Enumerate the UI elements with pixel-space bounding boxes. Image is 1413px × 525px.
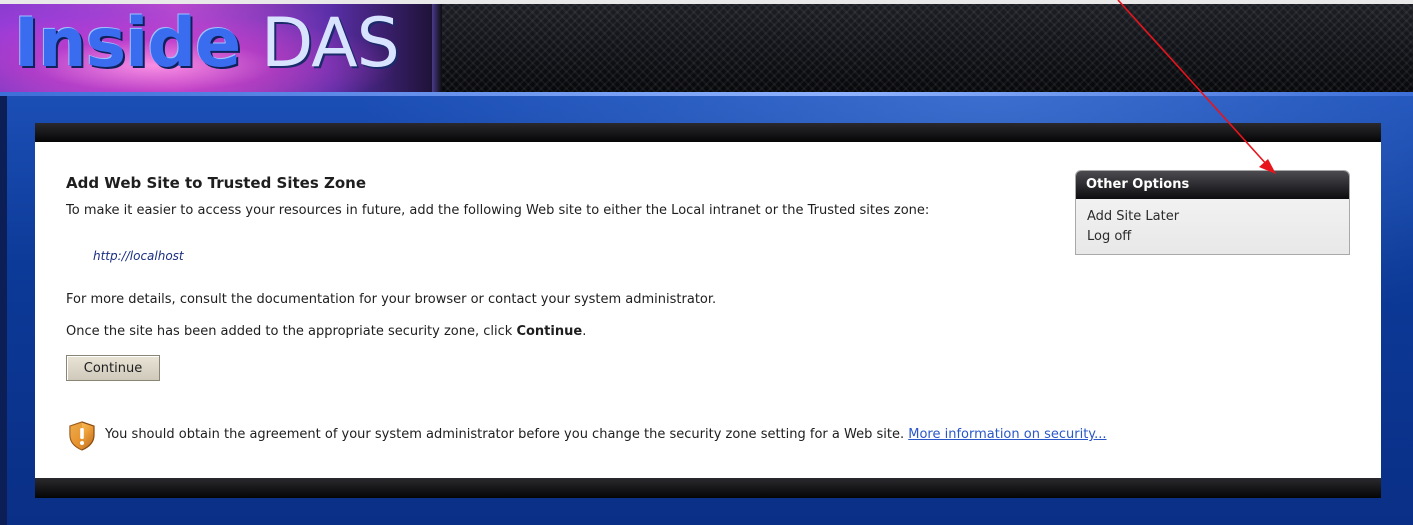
left-dark-strip <box>0 96 7 525</box>
page-title: Add Web Site to Trusted Sites Zone <box>66 174 367 192</box>
add-site-later-link[interactable]: Add Site Later <box>1087 209 1179 224</box>
logo-edge <box>432 4 442 92</box>
content-top-bar <box>35 123 1381 142</box>
security-warning: You should obtain the agreement of your … <box>105 427 1107 442</box>
instruction-suffix: . <box>582 324 587 339</box>
other-options-panel: Other Options Add Site Later Log off <box>1075 170 1350 255</box>
blue-highlight-line <box>0 92 1413 96</box>
inside-das-logo: Inside DAS <box>14 4 400 84</box>
log-off-link[interactable]: Log off <box>1087 229 1131 244</box>
details-text: For more details, consult the documentat… <box>66 292 717 307</box>
more-security-info-link[interactable]: More information on security... <box>908 427 1106 442</box>
logo-text-das: DAS <box>260 4 400 83</box>
continue-button[interactable]: Continue <box>66 355 160 381</box>
security-warning-text: You should obtain the agreement of your … <box>105 427 905 442</box>
site-url: http://localhost <box>93 249 184 263</box>
content-bottom-bar <box>35 478 1381 498</box>
instruction-text: Once the site has been added to the appr… <box>66 324 586 339</box>
page: Inside DAS Add Web Site to Trusted Sites… <box>0 0 1413 525</box>
intro-text: To make it easier to access your resourc… <box>66 203 930 218</box>
logo-text-inside: Inside <box>14 4 241 83</box>
other-options-title: Other Options <box>1076 171 1349 199</box>
shield-warning-icon <box>69 421 95 451</box>
instruction-prefix: Once the site has been added to the appr… <box>66 324 517 339</box>
instruction-continue-word: Continue <box>516 324 583 339</box>
